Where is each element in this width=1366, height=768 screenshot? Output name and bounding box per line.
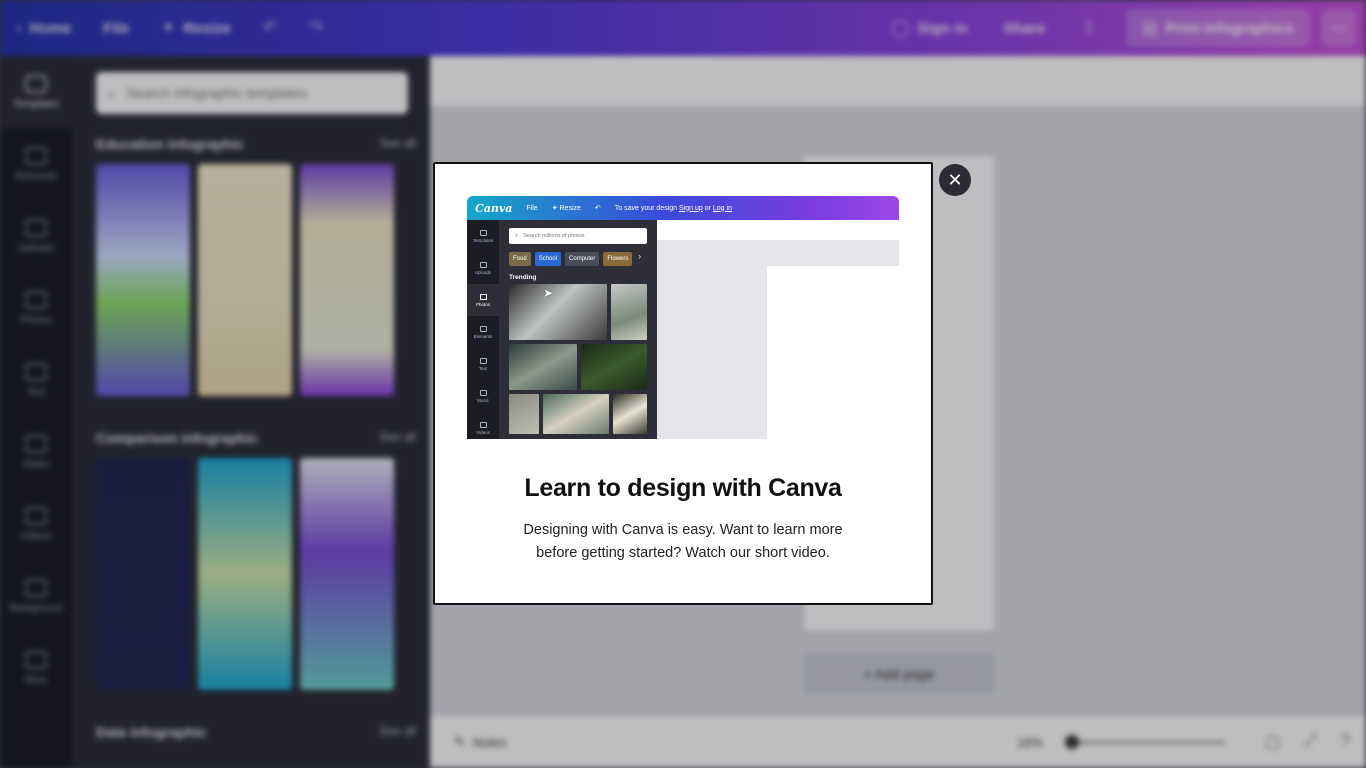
video-canvas-toolbar [657, 220, 899, 240]
video-photo [509, 284, 607, 340]
close-dialog-button[interactable]: ✕ [939, 164, 971, 196]
sign-up-link: Sign up [679, 204, 703, 212]
save-hint-or: or [704, 204, 711, 212]
video-resize-text: Resize [559, 205, 581, 212]
video-rail-item: Elements [467, 316, 499, 348]
video-rail-label: Photos [475, 301, 490, 307]
search-icon: ⌕ [515, 232, 519, 239]
dialog-title: Learn to design with Canva [524, 474, 842, 502]
video-chip: Food [509, 252, 531, 266]
video-trending-label: Trending [509, 274, 537, 281]
video-rail-label: Templates [472, 237, 494, 243]
chevron-right-icon: › [638, 252, 642, 261]
templates-icon [479, 229, 487, 236]
video-rail-item: Uploads [467, 252, 499, 284]
video-photo [611, 284, 647, 340]
log-in-link: Log in [712, 204, 732, 212]
video-rail-item: Text [467, 348, 499, 380]
video-rail-label: Videos [476, 429, 490, 435]
video-photo [613, 394, 647, 434]
video-search: ⌕ Search millions of photos [509, 228, 647, 244]
video-rail-label: Text [478, 365, 488, 371]
video-topbar: Canva File ✦ Resize ↶ To save your desig… [467, 196, 899, 220]
video-photo [581, 344, 647, 390]
video-chip: School [534, 252, 562, 266]
video-undo-icon: ↶ [594, 205, 601, 212]
cursor-icon: ➤ [543, 286, 554, 300]
video-sidebar: Templates Uploads Photos Elements Text M… [467, 220, 499, 439]
video-chips: Food School Computer Flowers › [509, 252, 641, 266]
video-photo [543, 394, 609, 434]
video-resize-label: ✦ Resize [551, 205, 581, 212]
video-page [767, 266, 899, 439]
upload-icon [479, 261, 487, 268]
learn-canva-dialog: Canva File ✦ Resize ↶ To save your desig… [433, 162, 933, 605]
video-search-placeholder: Search millions of photos [523, 233, 585, 239]
video-rail-item: Photos [467, 284, 499, 316]
video-icon [479, 421, 487, 428]
video-photo [509, 394, 539, 434]
video-rail-item: Videos [467, 412, 499, 439]
canva-logo: Canva [475, 201, 513, 215]
close-icon: ✕ [947, 169, 963, 190]
tutorial-video[interactable]: Canva File ✦ Resize ↶ To save your desig… [467, 196, 899, 439]
photo-icon [479, 293, 487, 300]
video-rail-item: Music [467, 380, 499, 412]
video-rail-label: Uploads [474, 269, 492, 275]
text-icon [479, 357, 487, 364]
video-rail-label: Music [477, 397, 489, 403]
elements-icon [479, 325, 487, 332]
video-file-label: File [526, 204, 538, 212]
dialog-description: Designing with Canva is easy. Want to le… [523, 522, 843, 561]
save-hint-text: To save your design [614, 204, 678, 212]
video-save-hint: To save your design Sign up or Log in [615, 205, 732, 212]
video-photos-panel: ⌕ Search millions of photos Food School C… [499, 220, 657, 439]
music-icon [479, 389, 487, 396]
video-chip: Flowers [603, 252, 633, 266]
video-rail-label: Elements [473, 333, 493, 339]
video-rail-item: Templates [467, 220, 499, 252]
video-chip: Computer [565, 252, 600, 266]
video-photo [509, 344, 577, 390]
